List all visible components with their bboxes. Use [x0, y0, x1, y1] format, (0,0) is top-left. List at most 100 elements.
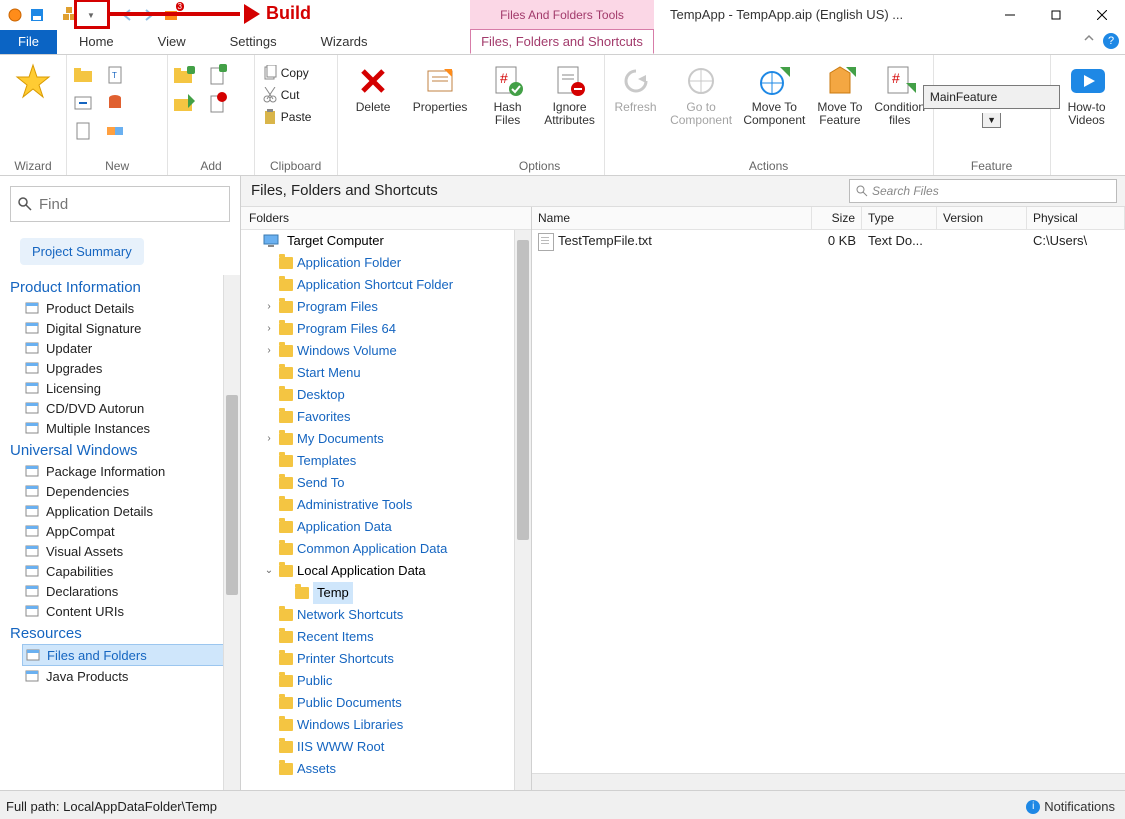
tree-expander-icon[interactable]: › — [263, 428, 275, 450]
tab-wizards[interactable]: Wizards — [299, 30, 390, 54]
nav-item[interactable]: Java Products — [0, 666, 240, 686]
tree-expander-icon[interactable]: › — [263, 296, 275, 318]
tree-item[interactable]: Application Shortcut Folder — [261, 274, 531, 296]
add-temp-file-button[interactable] — [206, 91, 230, 115]
tab-file[interactable]: File — [0, 30, 57, 54]
tree-item[interactable]: ›Windows Volume — [261, 340, 531, 362]
search-files-box[interactable]: Search Files — [849, 179, 1117, 203]
hash-files-button[interactable]: # Hash Files — [480, 59, 536, 127]
find-input[interactable] — [10, 186, 230, 222]
tree-item[interactable]: Target Computer — [245, 230, 531, 252]
tree-item[interactable]: Network Shortcuts — [261, 604, 531, 626]
nav-scrollbar[interactable] — [223, 275, 240, 790]
howto-videos-button[interactable]: How-to Videos — [1055, 59, 1119, 127]
nav-item[interactable]: Application Details — [0, 501, 240, 521]
tree-item[interactable]: Send To — [261, 472, 531, 494]
tree-item[interactable]: Common Application Data — [261, 538, 531, 560]
properties-button[interactable]: Properties — [409, 59, 472, 114]
file-row[interactable]: TestTempFile.txt0 KBText Do...C:\Users\ — [532, 230, 1125, 252]
close-button[interactable] — [1079, 0, 1125, 30]
new-assembly-button[interactable] — [103, 119, 127, 143]
tree-item[interactable]: Administrative Tools — [261, 494, 531, 516]
nav-item[interactable]: Dependencies — [0, 481, 240, 501]
tree-item[interactable]: Temp — [277, 582, 531, 604]
cut-button[interactable]: Cut — [259, 85, 316, 105]
file-list[interactable]: TestTempFile.txt0 KBText Do...C:\Users\ — [532, 230, 1125, 773]
new-text-file-button[interactable]: T — [103, 63, 127, 87]
tree-scrollbar[interactable] — [514, 230, 531, 790]
new-folder-button[interactable] — [71, 63, 95, 87]
nav-item[interactable]: CD/DVD Autorun — [0, 398, 240, 418]
tree-item[interactable]: ⌄Local Application Data — [261, 560, 531, 582]
move-to-feature-button[interactable]: Move To Feature — [813, 59, 867, 127]
save-icon[interactable] — [28, 6, 46, 24]
tree-item[interactable]: Public — [261, 670, 531, 692]
col-header-type[interactable]: Type — [862, 207, 937, 229]
col-header-size[interactable]: Size — [812, 207, 862, 229]
tree-expander-icon[interactable]: › — [263, 318, 275, 340]
tree-item[interactable]: Start Menu — [261, 362, 531, 384]
nav-item[interactable]: Package Information — [0, 461, 240, 481]
tree-item[interactable]: Application Data — [261, 516, 531, 538]
new-blank-file-button[interactable] — [71, 119, 95, 143]
tab-settings[interactable]: Settings — [208, 30, 299, 54]
tree-item[interactable]: Assets — [261, 758, 531, 780]
nav-item[interactable]: Licensing — [0, 378, 240, 398]
add-folder-button[interactable] — [172, 63, 196, 87]
tree-item[interactable]: IIS WWW Root — [261, 736, 531, 758]
tree-item[interactable]: ›My Documents — [261, 428, 531, 450]
nav-item[interactable]: Declarations — [0, 581, 240, 601]
tree-item[interactable]: Public Documents — [261, 692, 531, 714]
tree-item[interactable]: Recent Items — [261, 626, 531, 648]
wizard-button[interactable] — [4, 59, 62, 99]
go-to-component-button[interactable]: Go to Component — [666, 59, 735, 127]
col-header-name[interactable]: Name — [532, 207, 812, 229]
condition-files-button[interactable]: # Condition files — [871, 59, 929, 127]
feature-combo[interactable]: MainFeature — [923, 85, 1060, 109]
col-header-version[interactable]: Version — [937, 207, 1027, 229]
nav-item[interactable]: Visual Assets — [0, 541, 240, 561]
refresh-button[interactable]: Refresh — [609, 59, 663, 114]
feature-dropdown-icon[interactable]: ▼ — [982, 113, 1001, 128]
nav-item[interactable]: Capabilities — [0, 561, 240, 581]
ignore-attributes-button[interactable]: Ignore Attributes — [540, 59, 600, 127]
folder-tree[interactable]: Target ComputerApplication FolderApplica… — [241, 230, 531, 780]
nav-item[interactable]: Multiple Instances — [0, 418, 240, 438]
nav-item[interactable]: Upgrades — [0, 358, 240, 378]
delete-button[interactable]: Delete — [342, 59, 405, 114]
tree-item[interactable]: Desktop — [261, 384, 531, 406]
tree-item[interactable]: ›Program Files — [261, 296, 531, 318]
tree-item[interactable]: Templates — [261, 450, 531, 472]
tree-expander-icon[interactable]: ⌄ — [263, 560, 275, 582]
maximize-button[interactable] — [1033, 0, 1079, 30]
notifications-button[interactable]: i Notifications — [1026, 791, 1115, 819]
nav-item[interactable]: Updater — [0, 338, 240, 358]
nav-item[interactable]: Content URIs — [0, 601, 240, 621]
add-file-button[interactable] — [206, 63, 230, 87]
tab-files-folders-shortcuts[interactable]: Files, Folders and Shortcuts — [470, 29, 654, 54]
nav-item[interactable]: Product Details — [0, 298, 240, 318]
tab-home[interactable]: Home — [57, 30, 136, 54]
tree-item[interactable]: Windows Libraries — [261, 714, 531, 736]
tab-view[interactable]: View — [136, 30, 208, 54]
new-db-button[interactable] — [103, 91, 127, 115]
project-summary-link[interactable]: Project Summary — [20, 238, 144, 265]
new-link-button[interactable] — [71, 91, 95, 115]
col-header-physical[interactable]: Physical — [1027, 207, 1125, 229]
paste-button[interactable]: Paste — [259, 107, 316, 127]
nav-item[interactable]: Files and Folders — [22, 644, 238, 666]
move-to-component-button[interactable]: Move To Component — [740, 59, 809, 127]
tree-item[interactable]: Printer Shortcuts — [261, 648, 531, 670]
tree-item[interactable]: ›Program Files 64 — [261, 318, 531, 340]
file-horizontal-scrollbar[interactable] — [532, 773, 1125, 790]
add-folder-sync-button[interactable] — [172, 91, 196, 115]
collapse-ribbon-icon[interactable] — [1083, 32, 1095, 44]
minimize-button[interactable] — [987, 0, 1033, 30]
nav-item[interactable]: Digital Signature — [0, 318, 240, 338]
help-icon[interactable]: ? — [1103, 33, 1119, 49]
copy-button[interactable]: Copy — [259, 63, 316, 83]
tree-expander-icon[interactable]: › — [263, 340, 275, 362]
tree-item[interactable]: Application Folder — [261, 252, 531, 274]
tree-item[interactable]: Favorites — [261, 406, 531, 428]
nav-item[interactable]: AppCompat — [0, 521, 240, 541]
